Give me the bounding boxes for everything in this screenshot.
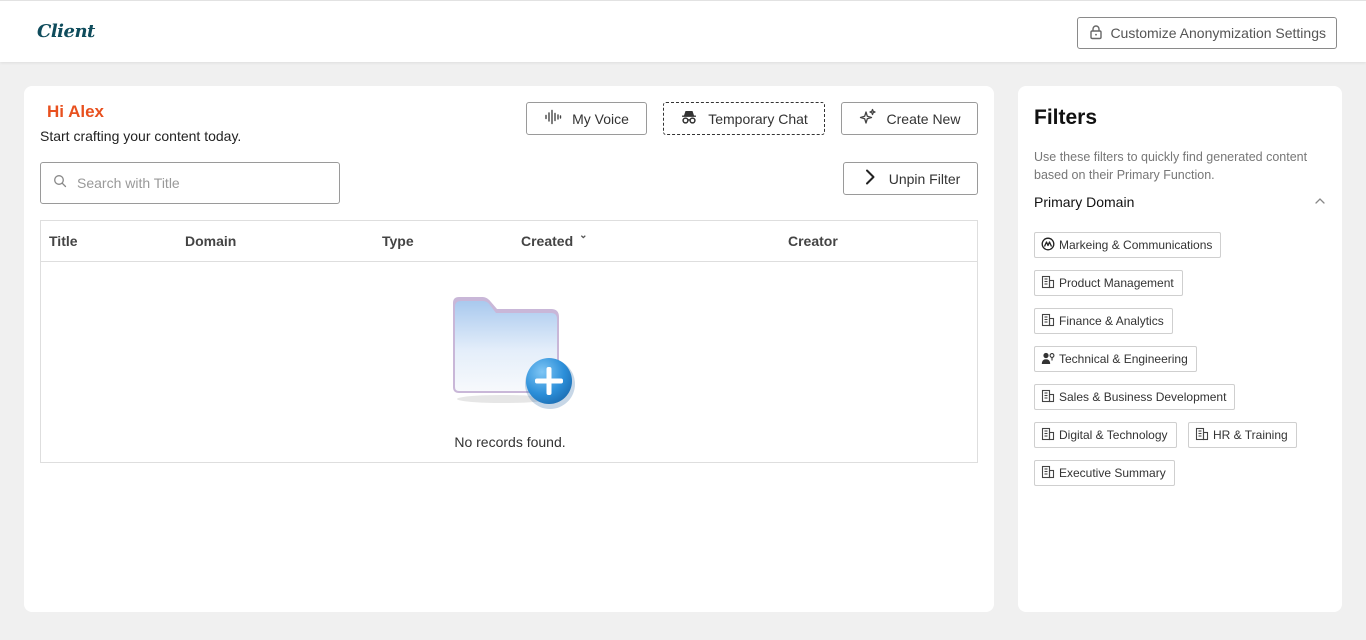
chevron-right-icon bbox=[861, 168, 879, 189]
filter-chip-label: Sales & Business Development bbox=[1059, 390, 1227, 404]
column-header-title[interactable]: Title bbox=[49, 233, 78, 249]
column-header-created-label: Created bbox=[521, 233, 574, 249]
filters-title: Filters bbox=[1034, 106, 1098, 129]
voice-waveform-icon bbox=[544, 108, 562, 129]
table-header: Title Domain Type Created ⌄ Creator bbox=[41, 221, 977, 262]
filter-chip-digital-technology[interactable]: Digital & Technology bbox=[1034, 422, 1177, 448]
filter-chip-marketing[interactable]: Markeing & Communications bbox=[1034, 232, 1222, 258]
content-panel: Hi Alex Start crafting your content toda… bbox=[24, 86, 994, 612]
building-icon bbox=[1041, 389, 1055, 406]
building-icon bbox=[1041, 313, 1055, 330]
temporary-chat-button[interactable]: Temporary Chat bbox=[663, 102, 825, 135]
search-input[interactable] bbox=[77, 175, 317, 191]
incognito-icon bbox=[680, 108, 698, 129]
filter-chip-executive-summary[interactable]: Executive Summary bbox=[1034, 460, 1175, 486]
greeting-subtitle: Start crafting your content today. bbox=[40, 128, 242, 144]
empty-state-message: No records found. bbox=[454, 434, 566, 450]
filter-chip-label: Technical & Engineering bbox=[1059, 352, 1188, 366]
my-voice-button[interactable]: My Voice bbox=[526, 102, 647, 135]
filter-chip-label: Markeing & Communications bbox=[1059, 238, 1213, 252]
filter-chip-label: Finance & Analytics bbox=[1059, 314, 1164, 328]
customize-anonymization-button[interactable]: Customize Anonymization Settings bbox=[1077, 17, 1337, 49]
filter-chip-finance-analytics[interactable]: Finance & Analytics bbox=[1034, 308, 1173, 334]
top-bar: Client Customize Anonymization Settings bbox=[0, 0, 1366, 62]
filters-panel: Filters Use these filters to quickly fin… bbox=[1018, 86, 1342, 612]
search-icon bbox=[53, 174, 67, 193]
filter-chip-sales-business-development[interactable]: Sales & Business Development bbox=[1034, 384, 1236, 410]
chevron-up-icon[interactable] bbox=[1314, 194, 1326, 210]
create-new-label: Create New bbox=[886, 110, 961, 127]
filter-chip-label: HR & Training bbox=[1213, 428, 1288, 442]
column-header-type[interactable]: Type bbox=[382, 233, 414, 249]
building-icon bbox=[1041, 275, 1055, 292]
customize-anonymization-label: Customize Anonymization Settings bbox=[1110, 25, 1326, 41]
my-voice-label: My Voice bbox=[572, 110, 629, 127]
client-logo[interactable]: Client bbox=[37, 21, 95, 42]
filter-chip-hr-training[interactable]: HR & Training bbox=[1188, 422, 1297, 448]
filter-chip-technical-engineering[interactable]: Technical & Engineering bbox=[1034, 346, 1197, 372]
create-new-button[interactable]: Create New bbox=[841, 102, 978, 135]
greeting: Hi Alex bbox=[47, 102, 105, 121]
primary-domain-title: Primary Domain bbox=[1034, 194, 1135, 210]
sparkle-icon bbox=[859, 108, 877, 129]
column-header-created[interactable]: Created ⌄ bbox=[521, 230, 588, 249]
temporary-chat-label: Temporary Chat bbox=[708, 110, 808, 127]
filter-chip-product-management[interactable]: Product Management bbox=[1034, 270, 1183, 296]
building-icon bbox=[1195, 427, 1209, 444]
filter-chip-label: Digital & Technology bbox=[1059, 428, 1168, 442]
empty-folder-icon bbox=[443, 295, 583, 413]
marketing-icon bbox=[1041, 237, 1055, 254]
unpin-filter-button[interactable]: Unpin Filter bbox=[843, 162, 978, 195]
filters-description: Use these filters to quickly find genera… bbox=[1034, 150, 1308, 182]
lock-icon bbox=[1088, 24, 1104, 43]
column-header-domain[interactable]: Domain bbox=[185, 233, 236, 249]
primary-domain-section-toggle[interactable]: Primary Domain bbox=[1034, 194, 1326, 210]
filter-chip-label: Executive Summary bbox=[1059, 466, 1166, 480]
filter-chip-label: Product Management bbox=[1059, 276, 1174, 290]
building-icon bbox=[1041, 465, 1055, 482]
sort-descending-icon[interactable]: ⌄ bbox=[579, 230, 587, 241]
content-table: Title Domain Type Created ⌄ Creator No r… bbox=[40, 220, 978, 463]
column-header-creator[interactable]: Creator bbox=[788, 233, 838, 249]
building-icon bbox=[1041, 427, 1055, 444]
unpin-filter-label: Unpin Filter bbox=[888, 170, 961, 187]
search-box[interactable] bbox=[40, 162, 340, 204]
engineer-icon bbox=[1041, 351, 1055, 368]
